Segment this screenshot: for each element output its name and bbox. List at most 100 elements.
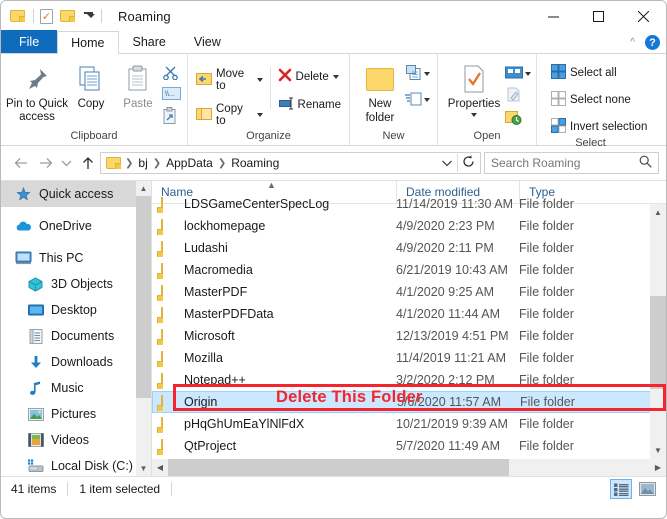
easy-access-button[interactable] [405, 91, 430, 109]
back-arrow-icon[interactable] [8, 150, 33, 176]
pin-to-quick-access-button[interactable]: Pin to Quick access [6, 59, 68, 124]
chevron-down-icon[interactable] [256, 78, 263, 82]
table-row[interactable]: lockhomepage 4/9/2020 2:23 PM File folde… [152, 215, 666, 237]
table-row[interactable]: Macromedia 6/21/2019 10:43 AM File folde… [152, 259, 666, 281]
breadcrumb-item-roaming[interactable]: Roaming [228, 156, 282, 170]
open-button[interactable] [505, 65, 531, 82]
copy-path-icon[interactable]: \\... [162, 87, 181, 103]
breadcrumb-item-bj[interactable]: bj [135, 156, 150, 170]
file-type-cell: File folder [519, 417, 574, 431]
sidebar-item-desktop[interactable]: Desktop [1, 297, 151, 323]
breadcrumb[interactable]: ❯ bj ❯ AppData ❯ Roaming [100, 152, 481, 174]
chevron-down-icon[interactable] [256, 113, 263, 117]
scroll-down-arrow-icon[interactable]: ▼ [136, 461, 151, 476]
table-row[interactable]: MasterPDF 4/1/2020 9:25 AM File folder [152, 281, 666, 303]
table-row[interactable]: Ludashi 4/9/2020 2:11 PM File folder [152, 237, 666, 259]
chevron-down-icon[interactable] [424, 72, 430, 76]
tab-home[interactable]: Home [57, 31, 119, 54]
file-list-horizontal-scrollbar[interactable]: ◀ ▶ [152, 459, 666, 476]
tab-share[interactable]: Share [119, 30, 180, 53]
chevron-down-icon[interactable] [471, 113, 477, 118]
scrollbar-thumb[interactable] [650, 296, 666, 389]
refresh-icon[interactable] [462, 155, 475, 171]
copy-icon [77, 63, 105, 95]
table-row[interactable]: Mozilla 11/4/2019 11:21 AM File folder [152, 347, 666, 369]
file-type-cell: File folder [519, 351, 574, 365]
table-row[interactable]: pHqGhUmEaYlNlFdX 10/21/2019 9:39 AM File… [152, 413, 666, 435]
paste-icon [125, 63, 151, 95]
table-row[interactable]: LDSGameCenterSpecLog 11/14/2019 11:30 AM… [152, 193, 666, 215]
select-all-button[interactable]: Select all [548, 63, 650, 83]
maximize-icon[interactable] [576, 1, 621, 31]
select-none-button[interactable]: Select none [548, 90, 650, 110]
sidebar-item-videos[interactable]: Videos [1, 427, 151, 453]
table-row[interactable]: MasterPDFData 4/1/2020 11:44 AM File fol… [152, 303, 666, 325]
file-type-cell: File folder [519, 329, 574, 343]
address-dropdown-icon[interactable] [441, 156, 453, 170]
divider [171, 482, 173, 496]
scrollbar-thumb[interactable] [168, 459, 509, 476]
chevron-down-icon[interactable] [424, 98, 430, 102]
file-name-cell: QtProject [152, 438, 396, 455]
move-to-label: Move to [216, 68, 245, 92]
pictures-icon [27, 406, 44, 422]
close-icon[interactable] [621, 1, 666, 31]
paste-button[interactable]: Paste [114, 59, 162, 111]
scroll-down-arrow-icon[interactable]: ▼ [650, 442, 666, 459]
search-icon[interactable] [639, 155, 652, 171]
folder-icon [161, 416, 177, 433]
scrollbar-thumb[interactable] [136, 196, 151, 398]
copy-to-button[interactable]: Copy to [193, 102, 266, 128]
scroll-up-arrow-icon[interactable]: ▲ [650, 204, 666, 221]
history-button[interactable] [505, 110, 531, 128]
move-to-button[interactable]: Move to [193, 67, 266, 93]
new-folder-button[interactable]: New folder [355, 59, 405, 126]
paste-shortcut-icon[interactable] [162, 107, 181, 127]
invert-selection-button[interactable]: Invert selection [548, 117, 650, 137]
scroll-right-arrow-icon[interactable]: ▶ [650, 459, 666, 476]
new-item-button[interactable] [405, 65, 430, 83]
sidebar-item-music[interactable]: Music [1, 375, 151, 401]
sidebar-item-quick-access[interactable]: Quick access [1, 181, 137, 207]
this-pc-monitor-icon [15, 250, 32, 266]
new-folder-icon[interactable] [60, 8, 77, 25]
table-row[interactable]: Microsoft 12/13/2019 4:51 PM File folder [152, 325, 666, 347]
sidebar-item-downloads[interactable]: Downloads [1, 349, 151, 375]
delete-button[interactable]: Delete [275, 67, 344, 86]
sidebar-item-documents[interactable]: Documents [1, 323, 151, 349]
recent-locations-icon[interactable] [58, 150, 75, 176]
sidebar-item-this-pc[interactable]: This PC [1, 245, 151, 271]
breadcrumb-item-appdata[interactable]: AppData [163, 156, 216, 170]
chevron-down-icon[interactable] [525, 71, 531, 76]
copy-button[interactable]: Copy [68, 59, 114, 111]
scroll-left-arrow-icon[interactable]: ◀ [152, 459, 168, 476]
scissors-icon[interactable] [162, 65, 181, 83]
sidebar-item-pictures[interactable]: Pictures [1, 401, 151, 427]
sidebar-item-3d-objects[interactable]: 3D Objects [1, 271, 151, 297]
properties-button[interactable]: Properties [443, 59, 505, 118]
details-view-icon[interactable] [610, 479, 632, 499]
minimize-icon[interactable] [531, 1, 576, 31]
help-icon[interactable]: ? [645, 35, 660, 50]
customize-qat-icon[interactable] [81, 12, 95, 20]
chevron-down-icon[interactable] [332, 74, 339, 79]
edit-button[interactable] [505, 87, 531, 105]
scroll-up-arrow-icon[interactable]: ▲ [136, 181, 151, 196]
sidebar-item-onedrive[interactable]: OneDrive [1, 213, 151, 239]
table-row[interactable]: QtProject 5/7/2020 11:49 AM File folder [152, 435, 666, 457]
file-explorer-window: ✓ Roaming File Home Share View ^ ? Pin t… [0, 0, 667, 519]
tab-view[interactable]: View [180, 30, 235, 53]
search-input[interactable]: Search Roaming [484, 152, 659, 174]
ribbon-group-select: Select all Select none Invert selection … [536, 54, 666, 149]
up-arrow-icon[interactable] [75, 150, 100, 176]
documents-icon [27, 328, 44, 344]
tab-file[interactable]: File [1, 30, 58, 53]
large-icons-view-icon[interactable] [636, 479, 658, 499]
rename-button[interactable]: Rename [275, 95, 344, 114]
forward-arrow-icon[interactable] [33, 150, 58, 176]
navigation-pane-scrollbar[interactable]: ▲ ▼ [136, 181, 151, 476]
chevron-up-icon[interactable]: ^ [630, 37, 635, 48]
file-list-vertical-scrollbar[interactable]: ▲ ▼ [650, 204, 666, 459]
properties-icon[interactable]: ✓ [40, 8, 53, 24]
sidebar-item-local-disk-c[interactable]: Local Disk (C:) [1, 453, 151, 476]
